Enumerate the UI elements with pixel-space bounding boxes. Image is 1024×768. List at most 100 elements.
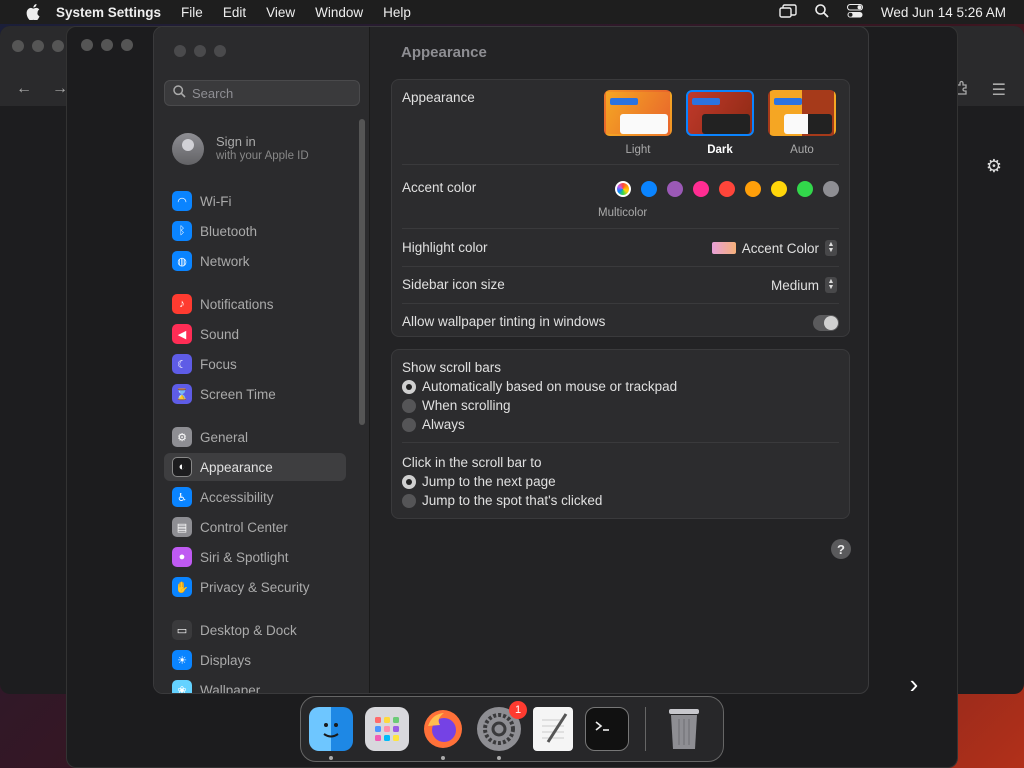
sidebar-item-privacy-security[interactable]: ✋ Privacy & Security	[164, 573, 346, 601]
system-settings-window: Sign in with your Apple ID ◠ Wi-Fi ᛒ Blueto…	[153, 26, 869, 694]
dock-icon: ▭	[172, 620, 192, 640]
appearance-card: Appearance Light Dark Auto Accent color …	[391, 79, 850, 337]
appearance-option-dark[interactable]: Dark	[684, 90, 756, 156]
chevron-right-icon[interactable]: ›	[902, 656, 926, 712]
wallpaper-tinting-toggle[interactable]	[813, 315, 839, 331]
launchpad-icon[interactable]	[365, 707, 409, 751]
scroll-bars-option[interactable]: When scrolling	[402, 398, 511, 413]
menu-file[interactable]: File	[181, 5, 203, 20]
sidebar-scrollbar[interactable]	[359, 119, 365, 425]
firefox-icon[interactable]	[421, 707, 465, 760]
minimize-button[interactable]	[32, 40, 44, 52]
scroll-bars-option-label: Always	[422, 417, 465, 432]
sidebar-item-control-center[interactable]: ▤ Control Center	[164, 513, 346, 541]
search-field[interactable]	[164, 80, 360, 106]
sidebar-item-accessibility[interactable]: ♿ Accessibility	[164, 483, 346, 511]
sidebar-item-siri-spotlight[interactable]: ● Siri & Spotlight	[164, 543, 346, 571]
trash-icon[interactable]	[662, 707, 706, 751]
bluetooth-icon: ᛒ	[172, 221, 192, 241]
minimize-button[interactable]	[194, 45, 206, 57]
sidebar-item-appearance[interactable]: ◐ Appearance	[164, 453, 346, 481]
radio-button[interactable]	[402, 417, 416, 432]
click-scroll-option[interactable]: Jump to the spot that's clicked	[402, 493, 602, 508]
sidebar-item-notifications[interactable]: ♪ Notifications	[164, 290, 346, 318]
sidebar-item-label: Sound	[200, 326, 240, 342]
zoom-button[interactable]	[214, 45, 226, 57]
accent-swatch[interactable]	[719, 181, 735, 197]
sidebar-item-sound[interactable]: ◀ Sound	[164, 320, 346, 348]
accent-swatch[interactable]	[693, 181, 709, 197]
radio-button[interactable]	[402, 474, 416, 489]
textedit-icon[interactable]	[533, 707, 573, 751]
radio-button[interactable]	[402, 493, 416, 508]
radio-button[interactable]	[402, 398, 416, 413]
sidebar-icon-size-popup[interactable]: Medium ▲ ▼	[771, 277, 837, 293]
gear-icon[interactable]: ⚙	[986, 156, 1002, 177]
apple-menu-icon[interactable]	[18, 4, 48, 20]
appearance-option-label: Dark	[707, 144, 733, 156]
hamburger-menu-icon[interactable]: ☰	[992, 80, 1006, 101]
sidebar-item-label: Displays	[200, 652, 252, 668]
signin-title: Sign in	[216, 134, 256, 149]
sidebar-item-focus[interactable]: ☾ Focus	[164, 350, 346, 378]
finder-icon[interactable]	[309, 707, 353, 760]
screen-mirroring-icon[interactable]	[779, 3, 797, 21]
apple-id-signin[interactable]: Sign in with your Apple ID	[172, 133, 309, 165]
sidebar-item-screen-time[interactable]: ⌛ Screen Time	[164, 380, 346, 408]
sidebar-item-wallpaper[interactable]: ❀ Wallpaper	[164, 676, 346, 693]
minimize-button[interactable]	[101, 39, 113, 51]
zoom-button[interactable]	[121, 39, 133, 51]
accent-swatch[interactable]	[667, 181, 683, 197]
search-input[interactable]	[192, 85, 352, 101]
sidebar-item-wi-fi[interactable]: ◠ Wi-Fi	[164, 187, 346, 215]
accent-color-swatches	[615, 181, 839, 197]
gear-icon: ⚙	[172, 427, 192, 447]
control-center-icon[interactable]	[846, 3, 863, 21]
close-button[interactable]	[12, 40, 24, 52]
window-controls	[174, 45, 226, 57]
close-button[interactable]	[174, 45, 186, 57]
sidebar-item-label: Privacy & Security	[200, 579, 310, 595]
app-name-menu[interactable]: System Settings	[56, 5, 161, 20]
scroll-bars-option-label: Automatically based on mouse or trackpad	[422, 379, 678, 394]
sidebar-item-desktop-dock[interactable]: ▭ Desktop & Dock	[164, 616, 346, 644]
menu-clock[interactable]: Wed Jun 14 5:26 AM	[881, 5, 1006, 20]
menu-window[interactable]: Window	[315, 5, 363, 20]
radio-button[interactable]	[402, 379, 416, 394]
help-button[interactable]: ?	[831, 539, 851, 559]
wallpaper-tinting-label: Allow wallpaper tinting in windows	[402, 314, 606, 329]
sidebar-item-label: General	[200, 429, 249, 445]
sidebar-item-displays[interactable]: ☀ Displays	[164, 646, 346, 674]
scroll-bars-option[interactable]: Automatically based on mouse or trackpad	[402, 379, 677, 394]
accent-swatch-multicolor[interactable]	[615, 181, 631, 197]
accent-swatch[interactable]	[797, 181, 813, 197]
terminal-icon[interactable]	[585, 707, 629, 751]
accent-swatch[interactable]	[771, 181, 787, 197]
click-scroll-option-label: Jump to the next page	[422, 474, 556, 489]
zoom-button[interactable]	[52, 40, 64, 52]
sidebar-item-label: Wi-Fi	[200, 193, 232, 209]
menu-bar: System Settings File Edit View Window He…	[0, 0, 1024, 24]
accent-swatch[interactable]	[823, 181, 839, 197]
sidebar-item-label: Network	[200, 253, 250, 269]
page-title: Appearance	[401, 44, 487, 61]
scroll-bars-option[interactable]: Always	[402, 417, 465, 432]
sidebar-item-network[interactable]: ◍ Network	[164, 247, 346, 275]
click-scroll-option[interactable]: Jump to the next page	[402, 474, 556, 489]
back-arrow-icon[interactable]: ←	[16, 80, 32, 98]
appearance-option-light[interactable]: Light	[602, 90, 674, 156]
sidebar-item-label: Desktop & Dock	[200, 622, 297, 638]
appearance-option-auto[interactable]: Auto	[766, 90, 838, 156]
menu-edit[interactable]: Edit	[223, 5, 246, 20]
accent-swatch[interactable]	[745, 181, 761, 197]
spotlight-search-icon[interactable]	[815, 3, 829, 21]
settings-icon[interactable]: 1	[477, 701, 527, 760]
highlight-color-popup[interactable]: Accent Color ▲ ▼	[711, 240, 837, 256]
menu-view[interactable]: View	[266, 5, 295, 20]
menu-help[interactable]: Help	[383, 5, 411, 20]
close-button[interactable]	[81, 39, 93, 51]
sidebar-item-bluetooth[interactable]: ᛒ Bluetooth	[164, 217, 346, 245]
show-scroll-bars-label: Show scroll bars	[402, 360, 502, 375]
sidebar-item-general[interactable]: ⚙ General	[164, 423, 346, 451]
accent-swatch[interactable]	[641, 181, 657, 197]
